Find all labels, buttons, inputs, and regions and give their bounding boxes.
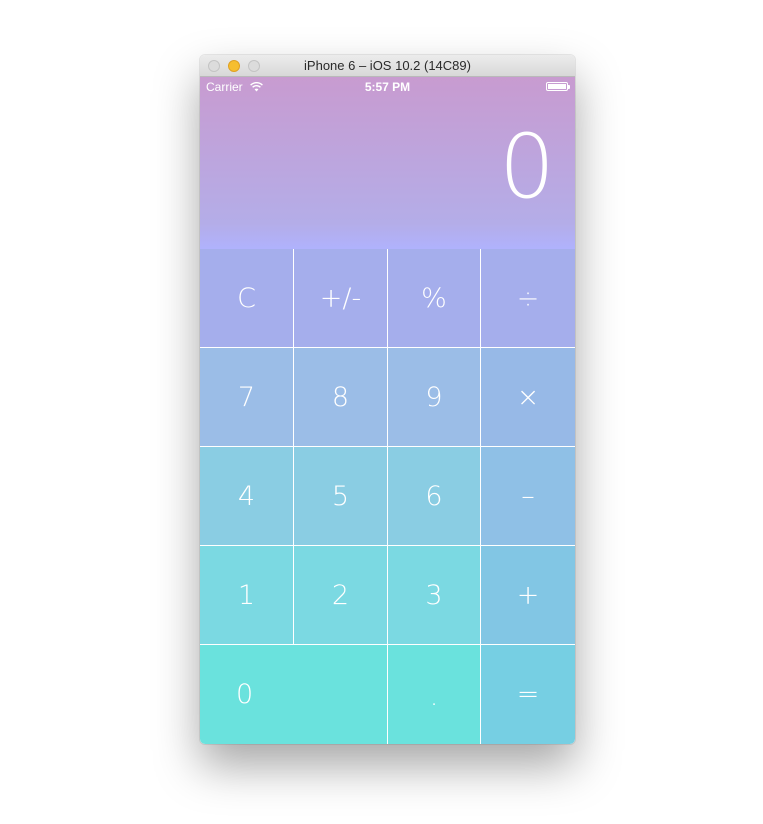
multiply-button[interactable]: × (481, 348, 575, 446)
window-title: iPhone 6 – iOS 10.2 (14C89) (304, 58, 471, 73)
calculator-display: Carrier 5:57 PM 0 (200, 77, 575, 249)
keypad: C +/-% ÷ 7 8 9 × 4 5 6– 1 2 3 +0. = (200, 249, 575, 744)
percent-button[interactable]: % (388, 249, 480, 347)
digit-2-button[interactable]: 2 (294, 546, 387, 644)
device-screen: Carrier 5:57 PM 0 C +/-% ÷ 7 8 9 × 4 5 6– 1 2 3 +0. = (200, 77, 575, 744)
digit-6-button[interactable]: 6 (388, 447, 480, 545)
status-bar: Carrier 5:57 PM (200, 77, 575, 97)
minus-button[interactable]: – (481, 447, 575, 545)
digit-0-button[interactable]: 0 (200, 645, 387, 744)
battery-icon (546, 82, 570, 91)
window-titlebar[interactable]: iPhone 6 – iOS 10.2 (14C89) (200, 55, 575, 77)
digit-3-button[interactable]: 3 (388, 546, 480, 644)
status-time: 5:57 PM (364, 80, 411, 94)
equals-button[interactable]: = (481, 645, 575, 744)
digit-7-button[interactable]: 7 (200, 348, 293, 446)
digit-5-button[interactable]: 5 (294, 447, 387, 545)
result-display: 0 (499, 115, 555, 218)
digit-9-button[interactable]: 9 (388, 348, 480, 446)
digit-8-button[interactable]: 8 (294, 348, 387, 446)
divide-button[interactable]: ÷ (481, 249, 575, 347)
plus-button[interactable]: + (481, 546, 575, 644)
digit-4-button[interactable]: 4 (200, 447, 293, 545)
clear-button[interactable]: C (200, 249, 293, 347)
digit-1-button[interactable]: 1 (200, 546, 293, 644)
simulator-window: iPhone 6 – iOS 10.2 (14C89) Carrier 5:57… (200, 55, 575, 744)
sign-toggle-button[interactable]: +/- (294, 249, 387, 347)
decimal-button[interactable]: . (388, 645, 480, 744)
